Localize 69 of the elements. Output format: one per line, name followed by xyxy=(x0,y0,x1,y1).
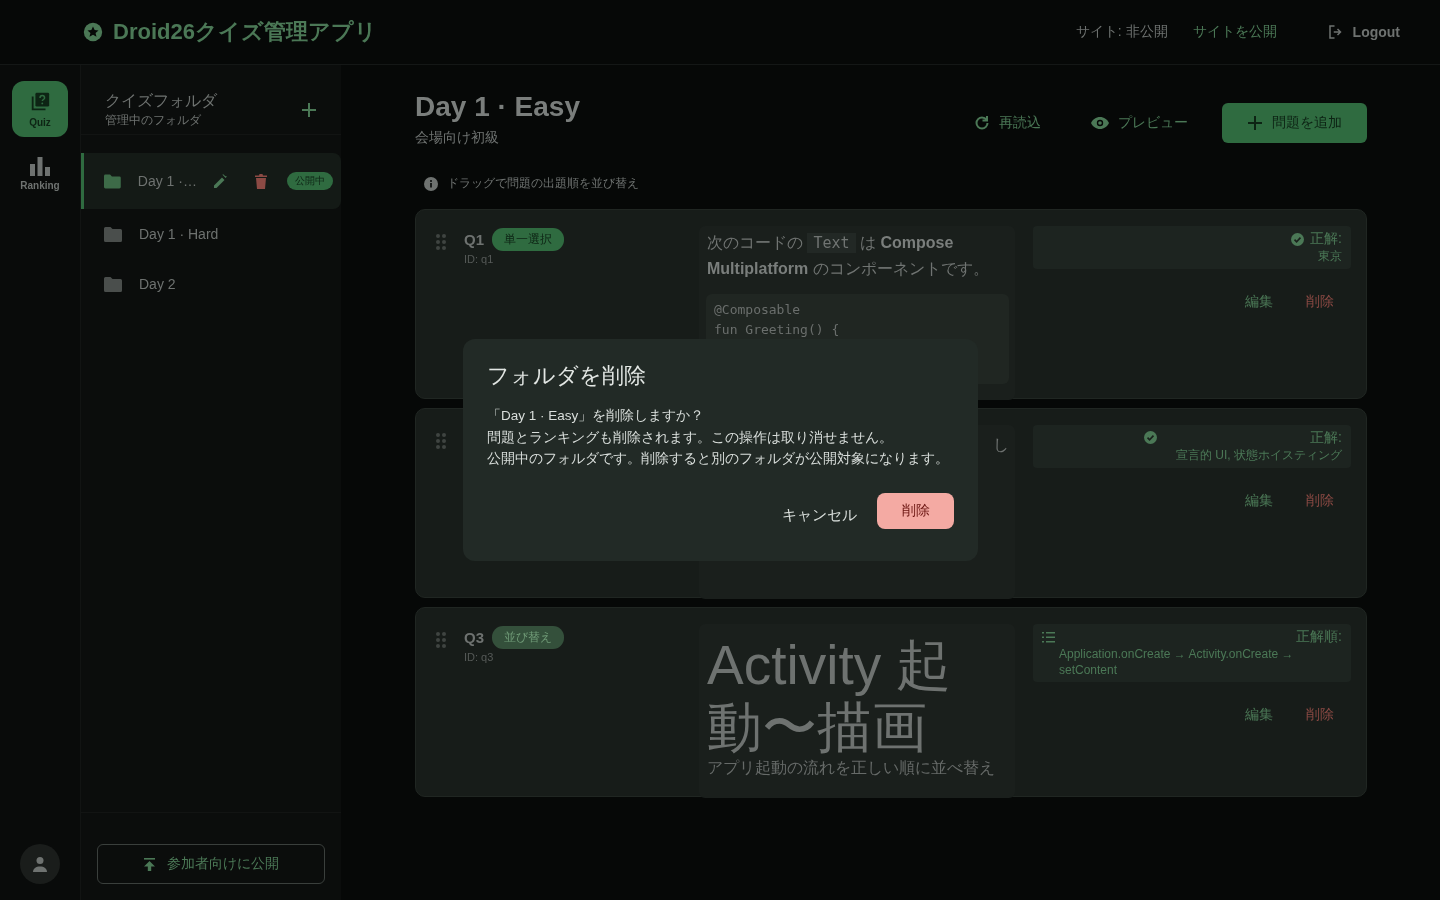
add-question-button[interactable]: 問題を追加 xyxy=(1222,103,1367,143)
folder-name: Day 2 xyxy=(139,276,176,292)
delete-button[interactable]: 削除 xyxy=(1306,293,1334,311)
plus-icon xyxy=(301,101,317,118)
confirm-delete-button[interactable]: 削除 xyxy=(877,492,954,529)
add-folder-button[interactable] xyxy=(301,101,317,118)
folder-name: Day 1 ·… xyxy=(137,173,198,189)
drag-handle-icon[interactable] xyxy=(436,234,446,250)
question-subtitle: アプリ起動の流れを正しい順に並べ替え xyxy=(707,758,996,778)
pencil-icon[interactable] xyxy=(213,173,229,189)
logout-button[interactable]: Logout xyxy=(1326,23,1400,41)
check-circle-icon xyxy=(1144,431,1157,444)
preview-button[interactable]: プレビュー xyxy=(1075,114,1204,132)
question-title: Activity 起動〜描画 xyxy=(707,634,953,758)
info-icon xyxy=(424,176,438,191)
question-text: し xyxy=(993,436,1009,453)
answer-label: 正解順: xyxy=(1296,628,1342,646)
question-text: 次のコードの Text は Compose Multiplatform のコンポーネントです。 xyxy=(707,232,990,279)
reload-button[interactable]: 再読込 xyxy=(958,114,1057,132)
edit-button[interactable]: 編集 xyxy=(1245,706,1273,724)
question-number: Q3 xyxy=(464,629,484,646)
bar-chart-icon xyxy=(29,155,51,176)
page-subtitle: 会場向け初級 xyxy=(415,129,500,147)
nav-tab[interactable]: Ranking xyxy=(12,145,68,201)
panel-subtitle: 管理中のフォルダ xyxy=(105,111,202,129)
question-id: ID: q1 xyxy=(464,253,495,265)
page-title: Day 1 · Easy xyxy=(415,90,581,124)
publish-site-link[interactable]: サイトを公開 xyxy=(1192,23,1277,41)
app-title: Droid26クイズ管理アプリ xyxy=(113,18,377,46)
check-circle-icon xyxy=(1291,232,1305,246)
trash-icon[interactable] xyxy=(255,173,267,189)
question-number: Q1 xyxy=(464,231,484,248)
drag-handle-icon[interactable] xyxy=(436,433,446,449)
dialog-title: フォルダを削除 xyxy=(487,362,647,390)
answer-value: 宣言的 UI, 状態ホイスティング xyxy=(1176,447,1342,464)
upload-icon xyxy=(143,857,155,871)
folder-item[interactable]: Day 1 · Hard xyxy=(81,209,341,259)
delete-button[interactable]: 削除 xyxy=(1306,492,1334,510)
drag-handle-icon[interactable] xyxy=(436,632,446,648)
avatar[interactable] xyxy=(20,844,60,884)
dialog-message: 「Day 1 · Easy」を削除しますか？ xyxy=(487,407,706,425)
cancel-button[interactable]: キャンセル xyxy=(782,506,857,525)
list-icon xyxy=(1042,631,1055,643)
folder-icon xyxy=(104,173,121,189)
panel-title: クイズフォルダ xyxy=(105,90,218,111)
eye-icon xyxy=(1091,117,1109,129)
drag-hint: ドラッグで問題の出題順を並び替え xyxy=(447,175,639,192)
answer-value: 東京 xyxy=(1317,248,1342,265)
folder-item[interactable]: Day 2 xyxy=(81,259,341,309)
dialog-message: 公開中のフォルダです。削除すると別のフォルダが公開対象になります。 xyxy=(487,450,950,468)
publish-button[interactable]: 参加者向けに公開 xyxy=(97,844,325,884)
folder-icon xyxy=(104,226,122,242)
folder-icon xyxy=(104,276,122,292)
plus-icon xyxy=(1247,115,1263,131)
answer-label: 正解: xyxy=(1310,230,1342,248)
reload-icon xyxy=(974,115,990,131)
folder-name: Day 1 · Hard xyxy=(139,226,219,242)
edit-button[interactable]: 編集 xyxy=(1245,293,1273,311)
dialog-message: 問題とランキングも削除されます。この操作は取り消せません。 xyxy=(487,428,894,447)
answer-label: 正解: xyxy=(1310,429,1342,447)
edit-button[interactable]: 編集 xyxy=(1245,492,1273,510)
person-icon xyxy=(32,856,48,872)
answer-value: Application.onCreate → Activity.onCreate → setContent xyxy=(1058,646,1295,678)
delete-button[interactable]: 削除 xyxy=(1306,706,1334,724)
quiz-icon xyxy=(29,90,51,113)
nav-tab[interactable]: Quiz xyxy=(12,81,68,137)
type-badge: 並び替え xyxy=(492,626,564,649)
site-status: サイト: 非公開 xyxy=(1075,23,1168,41)
question-id: ID: q3 xyxy=(464,651,495,663)
